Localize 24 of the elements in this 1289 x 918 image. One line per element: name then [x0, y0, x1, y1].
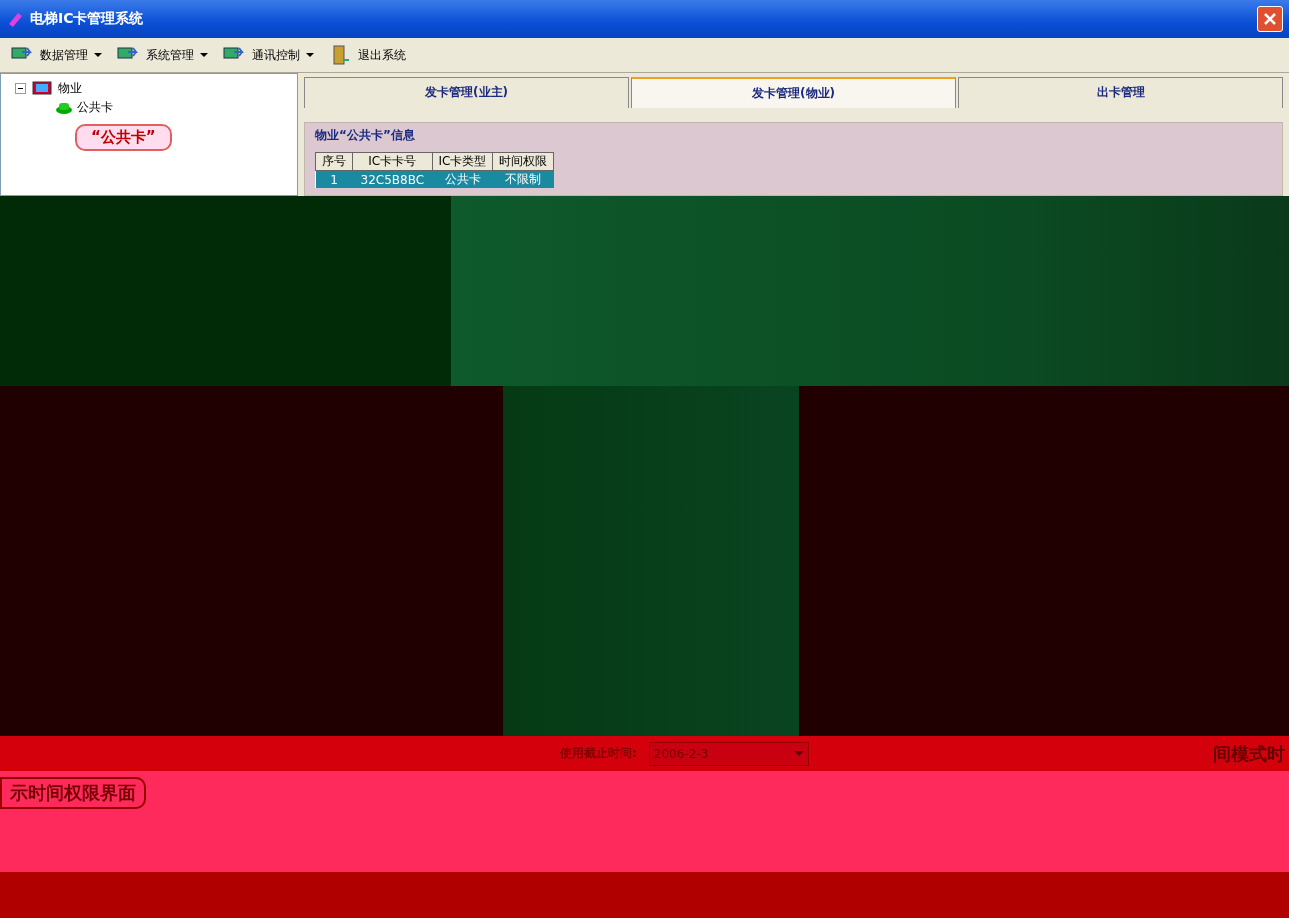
column-header: IC卡类型	[432, 152, 493, 171]
table-row[interactable]: 1 32C5B8BC 公共卡 不限制	[315, 170, 554, 188]
group-title: 物业“公共卡”信息	[315, 127, 416, 144]
collapse-icon[interactable]	[15, 83, 26, 94]
column-header: 序号	[315, 152, 353, 171]
toolbar-button[interactable]: 数据管理	[10, 44, 102, 66]
callout-label: “公共卡”	[75, 124, 172, 151]
callout-label: 间模式时	[1213, 741, 1286, 766]
column-header: IC卡卡号	[352, 152, 433, 171]
close-button[interactable]	[1257, 6, 1283, 32]
column-header: 时间权限	[493, 152, 554, 171]
toolbar-button[interactable]: 系统管理	[116, 44, 208, 66]
tree-item[interactable]: 公共卡	[77, 99, 113, 116]
monitor-icon	[32, 80, 52, 97]
toolbar-button[interactable]: 通讯控制	[222, 44, 314, 66]
tab[interactable]: 出卡管理	[958, 77, 1283, 108]
tab[interactable]: 发卡管理(物业)	[631, 77, 956, 108]
tree-item[interactable]: 物业	[58, 80, 82, 97]
window-title: 电梯IC卡管理系统	[30, 10, 144, 28]
close-icon	[1264, 13, 1276, 25]
callout-label: 示时间权限界面	[0, 777, 146, 809]
toolbar-button[interactable]: 退出系统	[328, 44, 406, 66]
tab[interactable]: 发卡管理(业主)	[304, 77, 629, 108]
field-label: 使用截止时间:	[560, 745, 637, 762]
